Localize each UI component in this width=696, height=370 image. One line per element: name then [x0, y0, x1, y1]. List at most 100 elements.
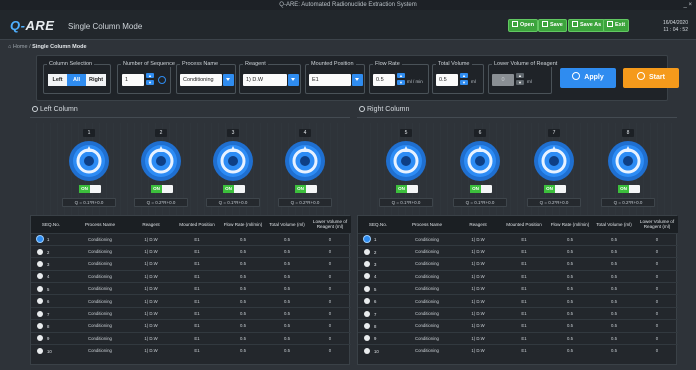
table-row[interactable]: 6 Conditioning 1) D.W E1 0.5 0.5 0 [358, 294, 678, 308]
valve-toggle[interactable]: ON [79, 185, 101, 193]
reagent-dropdown-icon[interactable] [288, 74, 299, 86]
row-radio[interactable] [364, 236, 370, 243]
save-as-button[interactable]: Save As [568, 19, 606, 32]
valve-4[interactable]: 4 ON Q = 0.2*R+0.0 [276, 123, 334, 213]
mounted-select[interactable]: E1 [309, 74, 351, 86]
valve-toggle[interactable]: ON [618, 185, 640, 193]
row-radio[interactable] [364, 248, 370, 255]
row-radio[interactable] [364, 322, 370, 329]
valve-icon[interactable] [533, 140, 575, 182]
exit-button[interactable]: Exit [603, 19, 630, 32]
lower-input[interactable]: 0 [492, 74, 514, 86]
valve-toggle[interactable]: ON [544, 185, 566, 193]
lower-up-button[interactable]: ▲ [516, 73, 524, 78]
row-radio[interactable] [37, 236, 43, 243]
process-dropdown-icon[interactable] [223, 74, 234, 86]
table-row[interactable]: 8 Conditioning 1) D.W E1 0.5 0.5 0 [31, 319, 351, 333]
valve-7[interactable]: 7 ON Q = 0.2*R+0.0 [525, 123, 583, 213]
save-button[interactable]: Save [538, 19, 567, 32]
row-radio[interactable] [364, 273, 370, 280]
table-row[interactable]: 1 Conditioning 1) D.W E1 0.5 0.5 0 [358, 232, 678, 246]
table-row[interactable]: 2 Conditioning 1) D.W E1 0.5 0.5 0 [358, 244, 678, 258]
row-radio[interactable] [37, 322, 43, 329]
table-cell: 0.5 [221, 343, 265, 357]
valve-icon[interactable] [385, 140, 427, 182]
window-controls[interactable]: _ × [683, 0, 692, 10]
table-row[interactable]: 2 Conditioning 1) D.W E1 0.5 0.5 0 [31, 244, 351, 258]
open-button[interactable]: Open [508, 19, 539, 32]
valve-icon[interactable] [284, 140, 326, 182]
table-row[interactable]: 7 Conditioning 1) D.W E1 0.5 0.5 0 [31, 306, 351, 320]
right-option[interactable]: Right [86, 74, 106, 86]
table-row[interactable]: 10 Conditioning 1) D.W E1 0.5 0.5 0 [358, 343, 678, 357]
valve-toggle[interactable]: ON [396, 185, 418, 193]
all-option[interactable]: All [67, 74, 86, 86]
table-row[interactable]: 8 Conditioning 1) D.W E1 0.5 0.5 0 [358, 319, 678, 333]
row-radio[interactable] [37, 260, 43, 267]
valve-8[interactable]: 8 ON Q = 0.2*R+0.0 [599, 123, 657, 213]
valve-toggle[interactable]: ON [470, 185, 492, 193]
row-radio[interactable] [364, 260, 370, 267]
valve-6[interactable]: 6 ON Q = 0.1*R+0.0 [451, 123, 509, 213]
table-row[interactable]: 9 Conditioning 1) D.W E1 0.5 0.5 0 [31, 331, 351, 345]
valve-2[interactable]: 2 ON Q = 0.2*R+0.0 [132, 123, 190, 213]
row-radio[interactable] [37, 273, 43, 280]
valve-1[interactable]: 1 ON Q = 0.1*R+0.0 [60, 123, 118, 213]
left-option[interactable]: Left [48, 74, 67, 86]
table-row[interactable]: 4 Conditioning 1) D.W E1 0.5 0.5 0 [358, 269, 678, 283]
valve-icon[interactable] [140, 140, 182, 182]
total-down-button[interactable]: ▼ [460, 80, 468, 85]
row-radio[interactable] [37, 285, 43, 292]
apply-button[interactable]: Apply [560, 68, 616, 88]
table-row[interactable]: 1 Conditioning 1) D.W E1 0.5 0.5 0 [31, 232, 351, 246]
total-up-button[interactable]: ▲ [460, 73, 468, 78]
sequence-input[interactable]: 1 [122, 74, 144, 86]
valve-toggle[interactable]: ON [295, 185, 317, 193]
seq-cell: 9 [358, 331, 398, 345]
row-radio[interactable] [37, 298, 43, 305]
row-radio[interactable] [37, 335, 43, 342]
row-radio[interactable] [364, 298, 370, 305]
table-cell: 0.5 [592, 306, 636, 320]
valve-toggle[interactable]: ON [223, 185, 245, 193]
process-select[interactable]: Conditioning [180, 74, 222, 86]
table-row[interactable]: 3 Conditioning 1) D.W E1 0.5 0.5 0 [358, 257, 678, 271]
sequence-apply-icon[interactable] [158, 76, 166, 84]
row-radio[interactable] [364, 310, 370, 317]
valve-icon[interactable] [212, 140, 254, 182]
table-row[interactable]: 4 Conditioning 1) D.W E1 0.5 0.5 0 [31, 269, 351, 283]
home-icon[interactable]: ⌂ [8, 44, 11, 50]
sequence-down-button[interactable]: ▼ [146, 80, 154, 85]
reagent-select[interactable]: 1) D.W [243, 74, 287, 86]
sequence-up-button[interactable]: ▲ [146, 73, 154, 78]
table-row[interactable]: 9 Conditioning 1) D.W E1 0.5 0.5 0 [358, 331, 678, 345]
valve-5[interactable]: 5 ON Q = 0.1*R+0.0 [377, 123, 435, 213]
valve-toggle[interactable]: ON [151, 185, 173, 193]
row-radio[interactable] [37, 310, 43, 317]
table-row[interactable]: 10 Conditioning 1) D.W E1 0.5 0.5 0 [31, 343, 351, 357]
mounted-dropdown-icon[interactable] [352, 74, 363, 86]
table-row[interactable]: 6 Conditioning 1) D.W E1 0.5 0.5 0 [31, 294, 351, 308]
flow-down-button[interactable]: ▼ [397, 80, 405, 85]
lower-down-button[interactable]: ▼ [516, 80, 524, 85]
valve-icon[interactable] [68, 140, 110, 182]
table-row[interactable]: 7 Conditioning 1) D.W E1 0.5 0.5 0 [358, 306, 678, 320]
breadcrumb-home[interactable]: Home [13, 44, 28, 50]
row-radio[interactable] [364, 285, 370, 292]
table-row[interactable]: 3 Conditioning 1) D.W E1 0.5 0.5 0 [31, 257, 351, 271]
start-button[interactable]: Start [623, 68, 679, 88]
row-radio[interactable] [37, 248, 43, 255]
flow-input[interactable]: 0.5 [373, 74, 395, 86]
seq-cell: 10 [31, 343, 71, 357]
total-input[interactable]: 0.5 [436, 74, 458, 86]
flow-up-button[interactable]: ▲ [397, 73, 405, 78]
row-radio[interactable] [364, 335, 370, 342]
row-radio[interactable] [364, 347, 370, 354]
valve-icon[interactable] [607, 140, 649, 182]
table-row[interactable]: 5 Conditioning 1) D.W E1 0.5 0.5 0 [358, 282, 678, 295]
table-row[interactable]: 5 Conditioning 1) D.W E1 0.5 0.5 0 [31, 282, 351, 295]
row-radio[interactable] [37, 347, 43, 354]
valve-3[interactable]: 3 ON Q = 0.1*R+0.0 [204, 123, 262, 213]
table-cell: 0.5 [265, 331, 309, 345]
valve-icon[interactable] [459, 140, 501, 182]
